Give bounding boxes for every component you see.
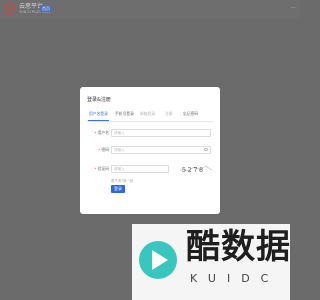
- eye-icon[interactable]: [204, 148, 208, 151]
- login-dialog: 登录&注册 用户名登录 手机号登录 邮箱登录 注册 忘记密码 * 用户名 请输入…: [80, 87, 220, 214]
- username-row: * 用户名 请输入: [87, 129, 213, 139]
- password-row: * 密码 请输入: [87, 146, 213, 156]
- required-marker: *: [94, 166, 97, 171]
- username-input[interactable]: 请输入: [111, 129, 211, 137]
- tab-forgot-password[interactable]: 忘记密码: [183, 111, 198, 117]
- password-input[interactable]: 请输入: [111, 146, 211, 154]
- required-marker: *: [94, 130, 97, 135]
- username-label: * 用户名: [94, 130, 109, 135]
- login-tabs: 用户名登录 手机号登录 邮箱登录 注册 忘记密码: [87, 109, 213, 122]
- watermark-logo: 酷数据 KUIDC: [132, 224, 290, 300]
- play-icon: [139, 241, 177, 279]
- password-label: * 密码: [98, 147, 109, 152]
- tab-register[interactable]: 注册: [165, 111, 173, 117]
- tab-email-login[interactable]: 邮箱登录: [140, 111, 155, 117]
- login-button[interactable]: 登录: [111, 185, 125, 193]
- tab-phone-login[interactable]: 手机号登录: [115, 111, 134, 117]
- more-menu[interactable]: ⋯: [291, 5, 296, 12]
- logo-icon: [4, 3, 16, 15]
- watermark-subtitle: KUIDC: [190, 272, 280, 285]
- captcha-image[interactable]: 5 2 7 8: [179, 165, 213, 174]
- captcha-row: * 验证码 请输入 5 2 7 8: [87, 165, 213, 175]
- captcha-label: * 验证码: [94, 166, 109, 171]
- captcha-text: 5 2 7 8: [182, 167, 203, 174]
- required-marker: *: [98, 147, 101, 152]
- captcha-input[interactable]: 请输入: [111, 165, 169, 173]
- watermark-title: 酷数据: [186, 227, 291, 267]
- dialog-title: 登录&注册: [87, 97, 111, 103]
- refresh-captcha-link[interactable]: 看不清?换一张: [111, 178, 133, 183]
- tab-username-login[interactable]: 用户名登录: [88, 111, 109, 121]
- home-button[interactable]: 首页: [40, 5, 52, 12]
- top-bar: 云思平台 YUN SI PLATFORM 首页 ⋯: [0, 0, 300, 18]
